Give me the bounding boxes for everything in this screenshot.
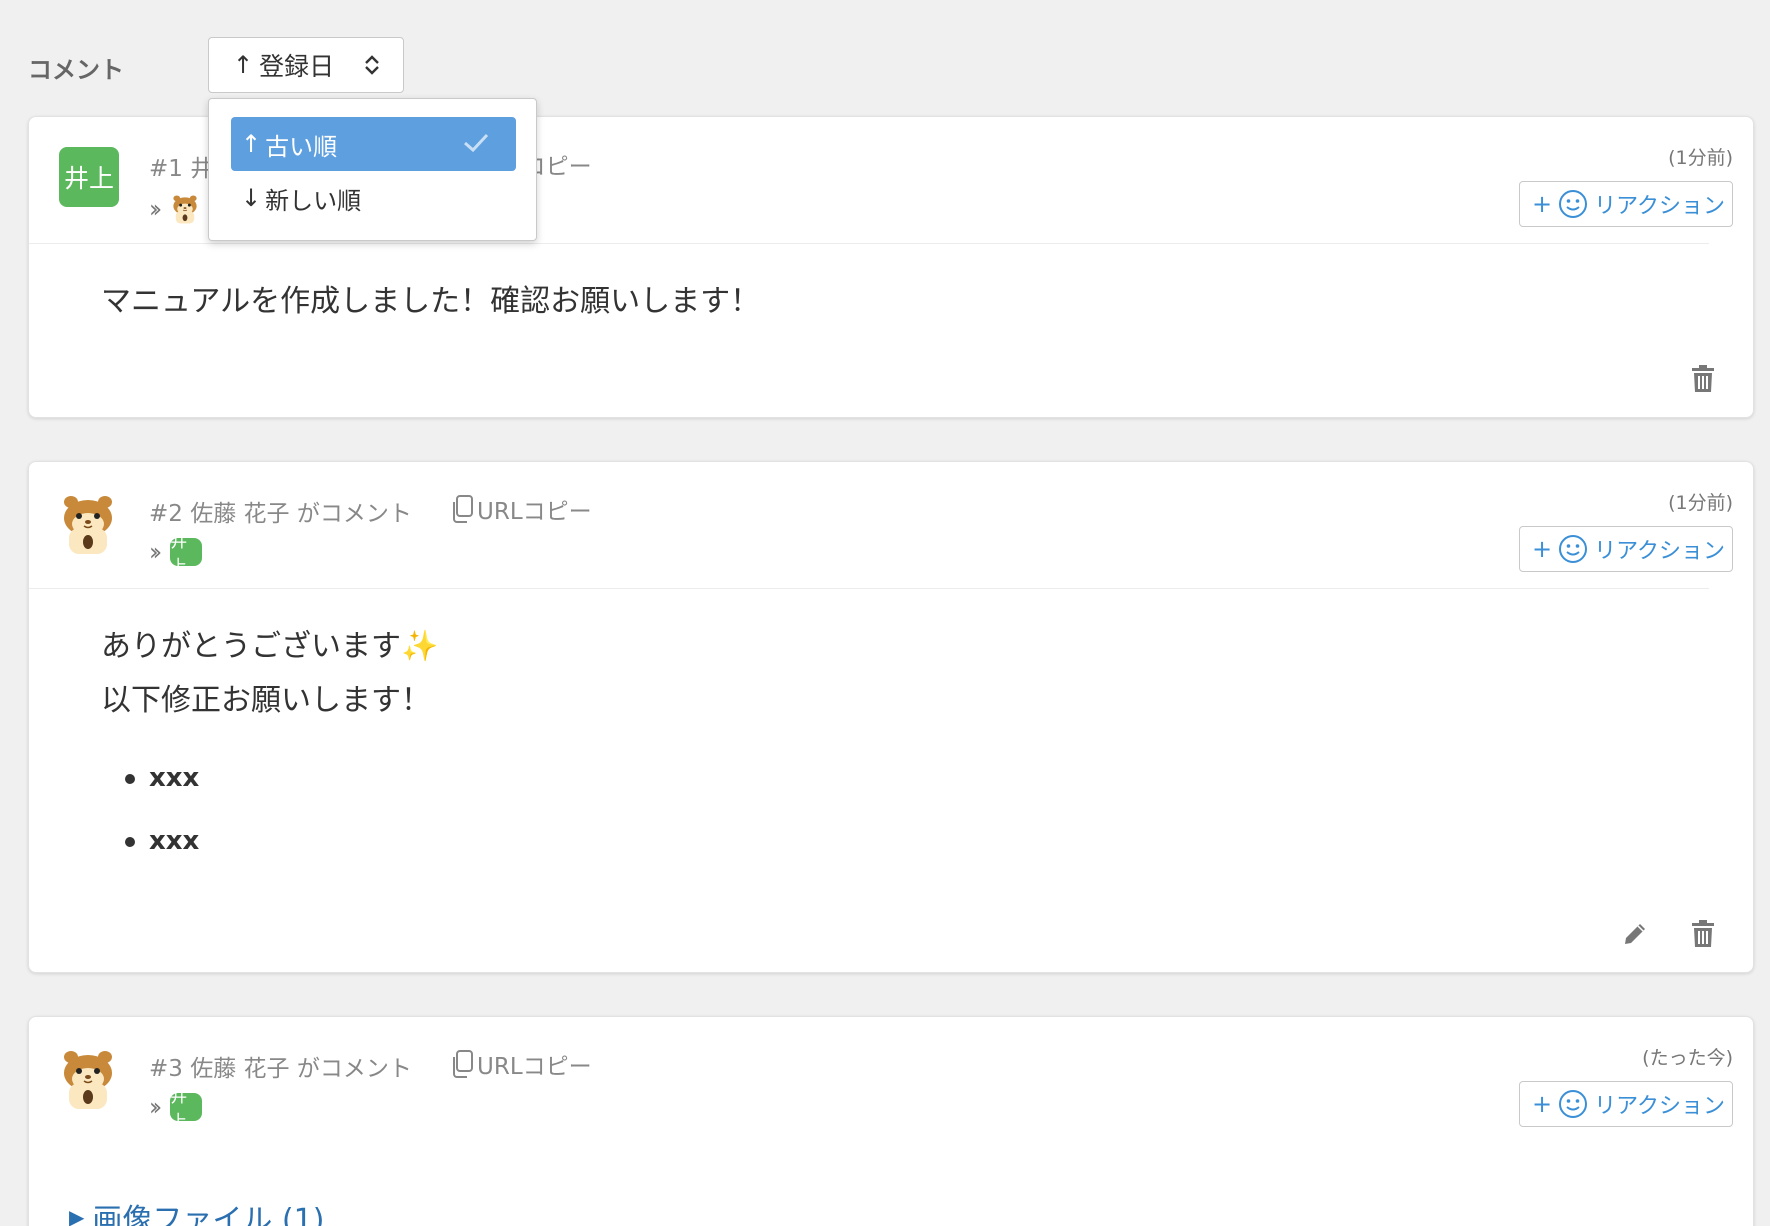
mention-row: ›› 井上 <box>149 1087 203 1132</box>
comment-title: #3 佐藤 花子 がコメント <box>149 1056 412 1082</box>
hamster-avatar-icon <box>170 193 200 225</box>
body-line-1: ありがとうございます <box>101 629 401 664</box>
comment-card-2: #2 佐藤 花子 がコメント URLコピー ›› 井上 (1分前) + リアクシ… <box>28 461 1754 973</box>
list-item: xxx <box>101 821 199 884</box>
double-chevron-icon: ›› <box>149 1093 162 1121</box>
copy-url-button[interactable]: URLコピー <box>449 1047 592 1081</box>
trash-icon[interactable] <box>1691 920 1715 948</box>
checkmark-icon <box>464 133 489 153</box>
copy-icon <box>449 1049 475 1079</box>
arrow-up-icon: ↑ <box>233 51 254 79</box>
arrow-up-icon: ↑ <box>241 130 262 158</box>
comment-body: マニュアルを作成しました！確認お願いします！ <box>101 284 761 319</box>
comments-section-label: コメント <box>28 56 124 84</box>
double-chevron-icon: ›› <box>149 195 162 223</box>
sort-option-newest[interactable]: ↓ 新しい順 <box>231 171 516 225</box>
smile-icon <box>1558 534 1588 564</box>
sort-option-label: 新しい順 <box>265 186 362 215</box>
mention-avatar: 井上 <box>170 532 203 577</box>
bullet-list: xxx xxx <box>101 758 199 884</box>
sparkles-icon: ✨ <box>401 629 439 664</box>
copy-url-label: URLコピー <box>477 1054 592 1080</box>
sort-dropdown-menu: ↑ 古い順 ↓ 新しい順 <box>208 98 537 241</box>
hamster-avatar-icon[interactable] <box>57 492 119 556</box>
list-item: xxx <box>101 758 199 821</box>
sort-field-label: 登録日 <box>259 52 335 81</box>
add-reaction-button[interactable]: + リアクション <box>1519 526 1733 572</box>
mention-row: ›› <box>149 193 200 225</box>
reaction-label: リアクション <box>1594 1094 1726 1119</box>
sort-option-label: 古い順 <box>265 132 338 161</box>
sort-option-oldest[interactable]: ↑ 古い順 <box>231 117 516 171</box>
copy-icon <box>449 494 475 524</box>
smile-icon <box>1558 1089 1588 1119</box>
body-line-2: 以下修正お願いします！ <box>101 683 431 718</box>
divider <box>29 588 1709 589</box>
arrow-down-icon: ↓ <box>241 184 262 212</box>
double-chevron-icon: ›› <box>149 538 162 566</box>
copy-url-label: URLコピー <box>477 499 592 525</box>
avatar[interactable]: 井上 <box>59 147 119 207</box>
pencil-icon[interactable] <box>1621 920 1649 948</box>
divider <box>29 243 1709 244</box>
hamster-avatar-icon[interactable] <box>57 1047 119 1111</box>
comment-card-3: #3 佐藤 花子 がコメント URLコピー ›› 井上 (たった今) + リアク… <box>28 1016 1754 1226</box>
comment-timestamp: (1分前) <box>1668 147 1733 169</box>
mention-avatar: 井上 <box>170 1087 203 1132</box>
smile-icon <box>1558 189 1588 219</box>
trash-icon[interactable] <box>1691 365 1715 393</box>
mention-row: ›› 井上 <box>149 532 203 577</box>
sort-order-button[interactable]: ↑ 登録日 <box>208 37 404 93</box>
plus-icon: + <box>1532 1090 1553 1118</box>
add-reaction-button[interactable]: + リアクション <box>1519 1081 1733 1127</box>
copy-url-button[interactable]: URLコピー <box>449 492 592 526</box>
plus-icon: + <box>1532 190 1553 218</box>
comment-timestamp: (1分前) <box>1668 492 1733 514</box>
add-reaction-button[interactable]: + リアクション <box>1519 181 1733 227</box>
triangle-right-icon: ▶ <box>69 1205 85 1226</box>
comment-body: ありがとうございます✨ 以下修正お願いします！ <box>101 620 438 728</box>
image-files-label: 画像ファイル (1) <box>92 1203 325 1226</box>
comment-title: #2 佐藤 花子 がコメント <box>149 501 412 527</box>
comment-timestamp: (たった今) <box>1642 1047 1733 1069</box>
sort-updown-icon <box>365 55 379 75</box>
reaction-label: リアクション <box>1594 539 1726 564</box>
plus-icon: + <box>1532 535 1553 563</box>
image-files-toggle[interactable]: ▶ 画像ファイル (1) <box>69 1195 324 1226</box>
reaction-label: リアクション <box>1594 194 1726 219</box>
